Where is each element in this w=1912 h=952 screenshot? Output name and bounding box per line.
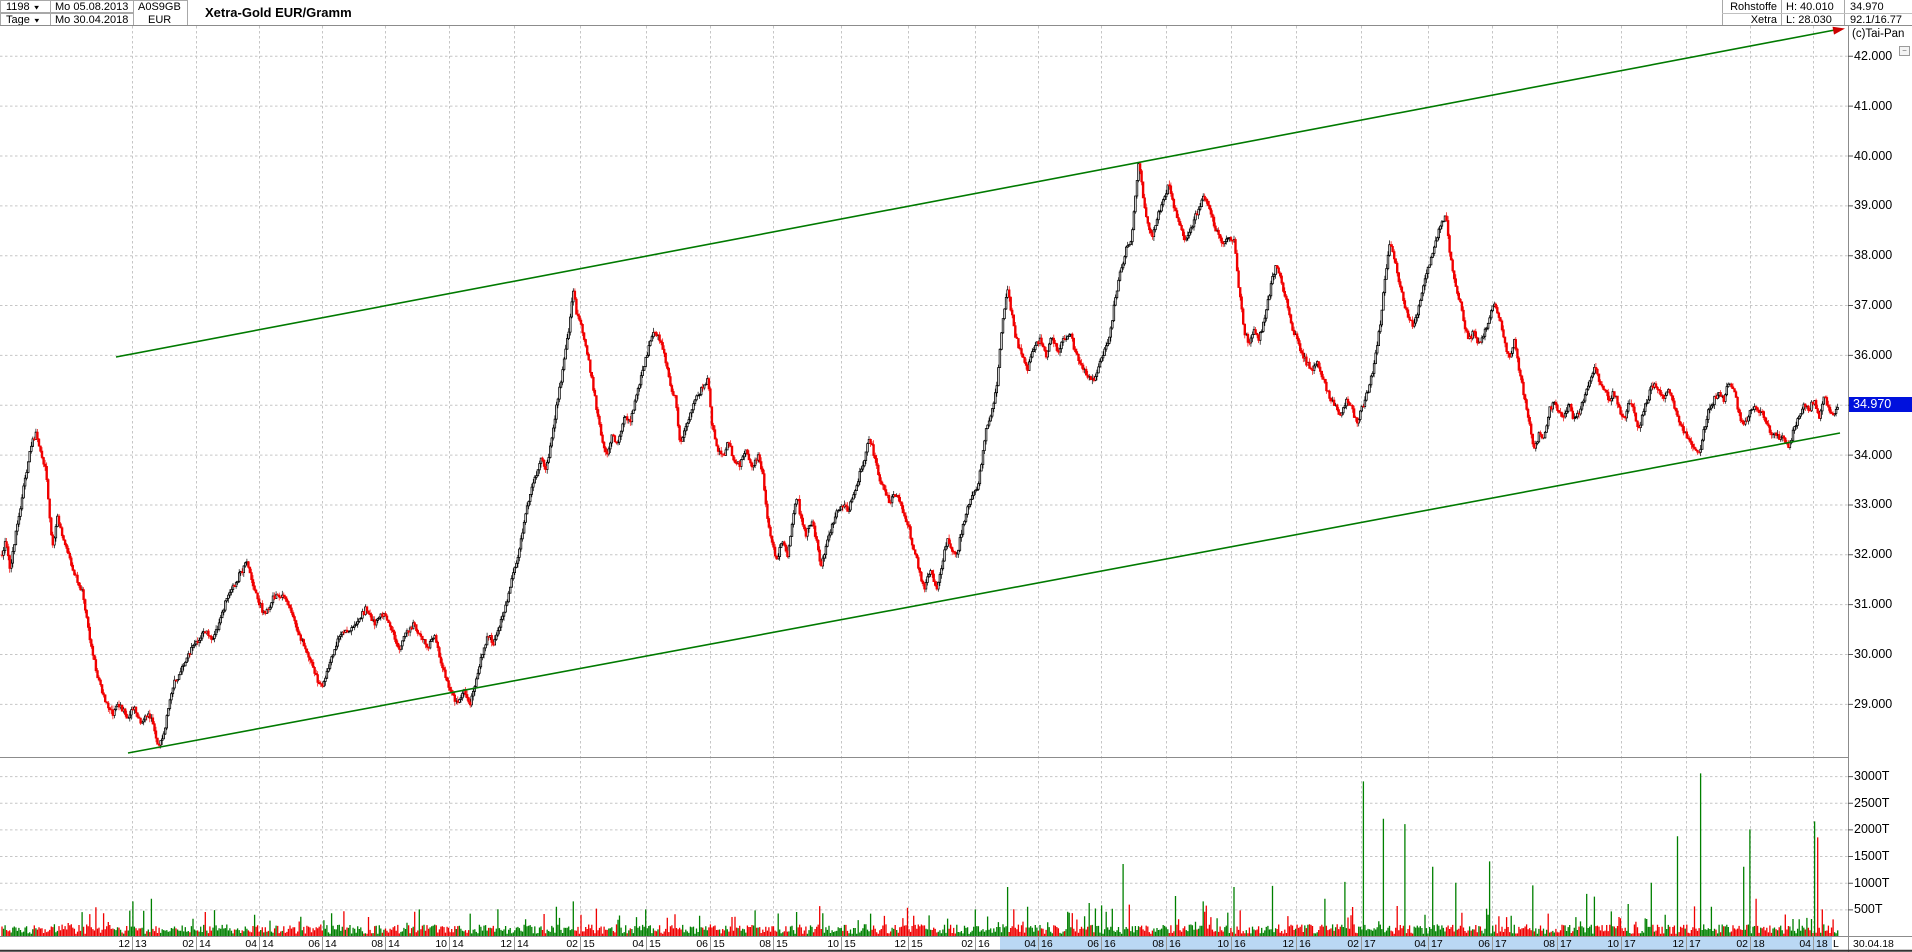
- date-tick-month: 06: [306, 938, 320, 950]
- volume-bars-up: [4, 773, 1838, 936]
- date-tick-year: 15: [713, 938, 725, 950]
- last-date-label: 30.04.18: [1853, 938, 1894, 950]
- date-tick-year: 15: [649, 938, 661, 950]
- date-tick-year: 16: [1169, 938, 1181, 950]
- volume-bars-down: [2, 837, 1833, 936]
- date-tick-month: 06: [1476, 938, 1490, 950]
- candle-bodies-down: [1, 164, 1834, 746]
- trend-channel-upper: [116, 29, 1840, 357]
- date-tick-month: 08: [369, 938, 383, 950]
- trendline-arrow-icon: [1833, 27, 1846, 35]
- date-tick-year: 18: [1753, 938, 1765, 950]
- date-tick-month: 02: [180, 938, 194, 950]
- volume-tick-label: 2500T: [1854, 796, 1889, 810]
- date-tick-month: 12: [892, 938, 906, 950]
- price-tick-label: 33.000: [1854, 497, 1892, 511]
- date-tick-month: 04: [1022, 938, 1036, 950]
- date-tick-year: 17: [1560, 938, 1572, 950]
- date-tick-month: 04: [1412, 938, 1426, 950]
- date-tick-month: 02: [1345, 938, 1359, 950]
- price-tick-label: 36.000: [1854, 348, 1892, 362]
- date-tick-year: 17: [1431, 938, 1443, 950]
- volume-tick-label: 2000T: [1854, 822, 1889, 836]
- date-tick-year: 14: [325, 938, 337, 950]
- date-tick-year: 17: [1689, 938, 1701, 950]
- date-tick-month: 12: [1670, 938, 1684, 950]
- date-tick-year: 16: [978, 938, 990, 950]
- date-tick-month: 02: [564, 938, 578, 950]
- date-tick-year: 15: [776, 938, 788, 950]
- date-tick-month: 08: [757, 938, 771, 950]
- date-tick-year: 17: [1495, 938, 1507, 950]
- date-tick-month: 06: [694, 938, 708, 950]
- price-tick-label: 32.000: [1854, 547, 1892, 561]
- date-tick-year: 14: [199, 938, 211, 950]
- price-chart-svg: [0, 0, 1912, 952]
- date-tick-year: 16: [1104, 938, 1116, 950]
- collapse-panel-icon[interactable]: −: [1899, 46, 1910, 56]
- date-tick-year: 15: [583, 938, 595, 950]
- date-tick-month: 02: [959, 938, 973, 950]
- volume-tick-label: 1000T: [1854, 876, 1889, 890]
- grid-vertical: [133, 26, 1814, 936]
- date-tick-year: 15: [844, 938, 856, 950]
- date-tick-year: 14: [388, 938, 400, 950]
- date-tick-month: 12: [116, 938, 130, 950]
- date-tick-year: 16: [1299, 938, 1311, 950]
- volume-tick-label: 1500T: [1854, 849, 1889, 863]
- date-tick-month: 08: [1150, 938, 1164, 950]
- date-tick-month: 10: [433, 938, 447, 950]
- volume-tick-label: 500T: [1854, 902, 1883, 916]
- date-tick-month: 04: [243, 938, 257, 950]
- price-tick-label: 29.000: [1854, 697, 1892, 711]
- price-tick-label: 38.000: [1854, 248, 1892, 262]
- price-tick-label: 31.000: [1854, 597, 1892, 611]
- date-tick-year: 16: [1234, 938, 1246, 950]
- trend-channel-lower: [128, 433, 1840, 753]
- copyright-label: (c)Tai-Pan: [1852, 28, 1904, 40]
- last-marker: L: [1833, 938, 1839, 950]
- date-tick-year: 17: [1364, 938, 1376, 950]
- date-tick-month: 10: [825, 938, 839, 950]
- price-tick-label: 42.000: [1854, 49, 1892, 63]
- price-tick-label: 34.000: [1854, 448, 1892, 462]
- price-tick-label: 37.000: [1854, 298, 1892, 312]
- price-tick-label: 30.000: [1854, 647, 1892, 661]
- date-tick-month: 04: [630, 938, 644, 950]
- date-tick-month: 12: [1280, 938, 1294, 950]
- date-tick-year: 14: [517, 938, 529, 950]
- date-tick-year: 17: [1624, 938, 1636, 950]
- date-tick-year: 15: [911, 938, 923, 950]
- date-tick-month: 04: [1797, 938, 1811, 950]
- price-tick-label: 39.000: [1854, 198, 1892, 212]
- date-tick-year: 14: [262, 938, 274, 950]
- price-tick-label: 41.000: [1854, 99, 1892, 113]
- date-tick-month: 06: [1085, 938, 1099, 950]
- date-tick-year: 18: [1816, 938, 1828, 950]
- last-price-badge: 34.970: [1849, 397, 1912, 412]
- tai-pan-chart-window: 1198▼ Tage▼ Mo 05.08.2013 Mo 30.04.2018 …: [0, 0, 1912, 952]
- price-tick-label: 40.000: [1854, 149, 1892, 163]
- date-tick-month: 10: [1215, 938, 1229, 950]
- date-tick-year: 16: [1041, 938, 1053, 950]
- date-tick-month: 08: [1541, 938, 1555, 950]
- date-tick-month: 12: [498, 938, 512, 950]
- date-tick-year: 14: [452, 938, 464, 950]
- date-tick-year: 13: [135, 938, 147, 950]
- date-tick-month: 02: [1734, 938, 1748, 950]
- date-tick-month: 10: [1605, 938, 1619, 950]
- volume-tick-label: 3000T: [1854, 769, 1889, 783]
- candle-bodies-up: [3, 164, 1839, 746]
